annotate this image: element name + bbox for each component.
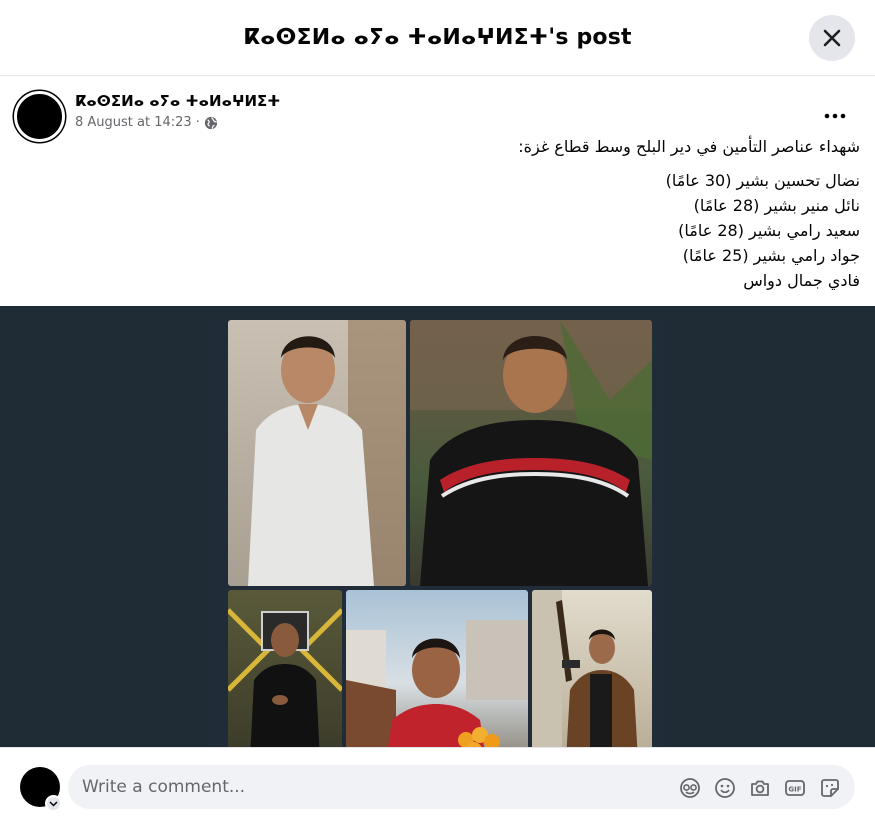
post-text: شهداء عناصر التأمين في دير البلح وسط قطا… xyxy=(100,134,860,293)
camera-icon xyxy=(751,780,769,796)
svg-text:GIF: GIF xyxy=(788,786,801,794)
post-text-line: سعيد رامي بشير (28 عامًا) xyxy=(678,221,860,240)
gif-button[interactable]: GIF xyxy=(782,775,808,801)
post-text-line: نائل منير بشير (28 عامًا) xyxy=(693,196,860,215)
photo-5 xyxy=(532,590,652,747)
close-button[interactable] xyxy=(809,15,855,61)
avatar-sticker-button[interactable] xyxy=(677,775,703,801)
dialog-title: ⴽⴰⵙⵉⵍⴰ ⴰⵢⴰ ⵜⴰⵍⴰⵖⵍⵉⵜ's post xyxy=(243,25,632,50)
author-info: ⴽⴰⵙⵉⵍⴰ ⴰⵢⴰ ⵜⴰⵍⴰⵖⵍⵉⵜ 8 August at 14:23 · xyxy=(75,92,280,130)
photo-collage[interactable] xyxy=(209,318,666,747)
post-meta: 8 August at 14:23 · xyxy=(75,115,280,130)
photo-2 xyxy=(410,320,652,586)
sticker-button[interactable] xyxy=(817,775,843,801)
gif-icon: GIF xyxy=(785,780,805,796)
post-timestamp[interactable]: 8 August at 14:23 xyxy=(75,115,192,130)
author-avatar[interactable] xyxy=(14,91,65,142)
dialog-header: ⴽⴰⵙⵉⵍⴰ ⴰⵢⴰ ⵜⴰⵍⴰⵖⵍⵉⵜ's post xyxy=(0,0,875,76)
post-dialog: ⴽⴰⵙⵉⵍⴰ ⴰⵢⴰ ⵜⴰⵍⴰⵖⵍⵉⵜ's post ⴽⴰⵙⵉⵍⴰ ⴰⵢⴰ ⵜⴰ… xyxy=(0,0,875,832)
composer-icons: GIF xyxy=(668,775,843,801)
comment-placeholder: Write a comment... xyxy=(82,777,246,797)
camera-button[interactable] xyxy=(747,775,773,801)
author-name[interactable]: ⴽⴰⵙⵉⵍⴰ ⴰⵢⴰ ⵜⴰⵍⴰⵖⵍⵉⵜ xyxy=(75,92,280,110)
photo-3 xyxy=(228,590,342,747)
comment-composer: Write a comment... GIF xyxy=(0,747,875,832)
emoji-button[interactable] xyxy=(712,775,738,801)
post-media[interactable] xyxy=(0,306,875,747)
close-icon xyxy=(823,29,841,47)
more-dots-icon xyxy=(824,113,846,119)
globe-icon xyxy=(204,116,217,129)
more-options-button[interactable] xyxy=(817,98,853,134)
sticker-icon xyxy=(821,779,839,797)
post-text-line: نضال تحسين بشير (30 عامًا) xyxy=(665,171,860,190)
photo-4 xyxy=(346,590,528,747)
post-text-title: شهداء عناصر التأمين في دير البلح وسط قطا… xyxy=(518,137,860,156)
photo-1 xyxy=(228,320,406,586)
profile-switcher-button[interactable] xyxy=(45,795,62,812)
post-text-line: جواد رامي بشير (25 عامًا) xyxy=(682,246,860,265)
post-text-line: فادي جمال دواس xyxy=(743,271,860,290)
meta-separator: · xyxy=(195,115,200,130)
emoji-icon xyxy=(715,778,735,798)
avatar-sticker-icon xyxy=(680,778,700,798)
chevron-down-icon xyxy=(49,800,58,807)
comment-input[interactable]: Write a comment... GIF xyxy=(68,765,855,809)
